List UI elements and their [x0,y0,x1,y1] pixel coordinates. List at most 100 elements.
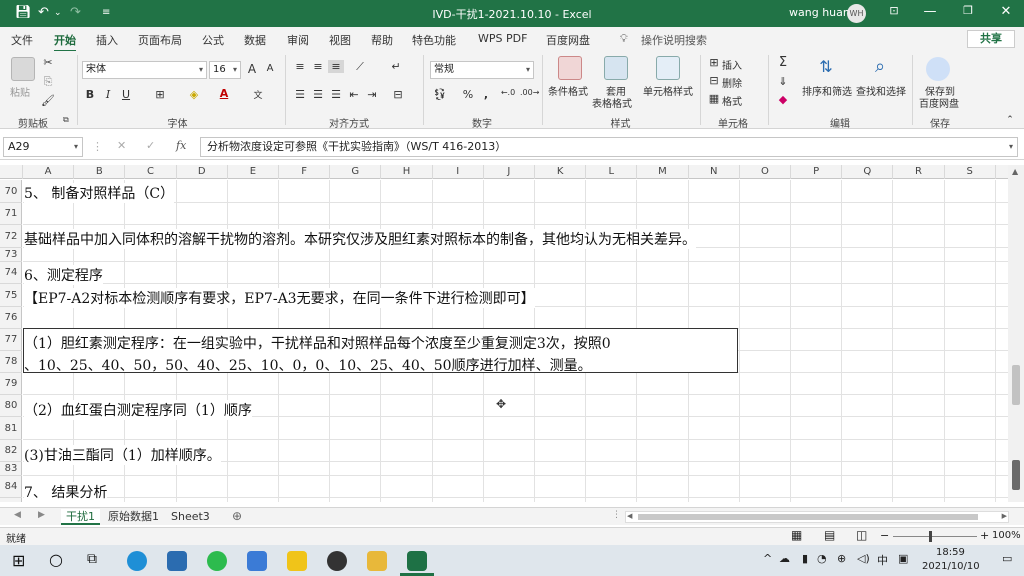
tab-special-features[interactable]: 特色功能 [412,32,456,48]
row-header-83[interactable]: 83 [0,462,22,476]
sort-filter-button[interactable]: 排序和筛选 [802,83,852,98]
volume-icon[interactable]: ◁) [857,552,870,565]
show-hidden-icons-icon[interactable]: ^ [763,552,772,565]
row-header-81[interactable]: 81 [0,417,22,440]
tab-home[interactable]: 开始 [54,32,76,52]
mail-icon[interactable] [167,551,187,571]
tab-formulas[interactable]: 公式 [202,32,224,48]
shrink-font-button[interactable]: A [262,63,278,74]
column-header-m[interactable]: M [637,165,689,179]
paste-button[interactable]: 粘贴 [10,84,30,99]
orientation-icon[interactable]: ⟋ [352,60,368,74]
format-cells-button[interactable]: 格式 [722,93,742,108]
align-top-icon[interactable]: ≡ [292,60,308,73]
app-dark-icon[interactable] [327,551,347,571]
page-break-view-icon[interactable]: ◫ [856,528,867,542]
increase-indent-icon[interactable]: ⇥ [364,88,380,101]
autosum-button[interactable]: Σ [775,55,791,70]
comma-button[interactable]: , [478,88,494,101]
row-header-78[interactable]: 78 [0,351,22,373]
sheet-tab-2[interactable]: 原始数据1 [103,509,164,525]
column-header-l[interactable]: L [586,165,638,179]
find-select-button[interactable]: 查找和选择 [856,83,906,98]
tab-baidu-netdisk[interactable]: 百度网盘 [546,32,590,48]
expand-formula-bar-icon[interactable]: ▾ [1009,138,1013,156]
row-header-75[interactable]: 75 [0,284,22,307]
number-format-combo[interactable]: 常规 ▾ [430,61,534,79]
row-header-80[interactable]: 80 [0,395,22,417]
ime-indicator[interactable]: 中 [877,552,888,568]
conditional-formatting-button[interactable]: 条件格式 [548,83,588,98]
font-name-combo[interactable]: 宋体 ▾ [82,61,207,79]
column-header-a[interactable]: A [23,165,75,179]
row-header-82[interactable]: 82 [0,440,22,462]
borders-icon[interactable]: ⊞ [152,88,168,101]
row-header-77[interactable]: 77 [0,329,22,351]
tab-review[interactable]: 审阅 [287,32,309,48]
grow-font-button[interactable]: A [244,62,260,76]
decrease-decimal-icon[interactable]: .00→ [520,88,539,97]
copy-icon[interactable]: ⎘ [40,75,56,89]
vertical-scrollbar[interactable]: ▲ [1008,165,1024,502]
cell-a70[interactable]: 5、 制备对照样品（C） [24,183,175,203]
clear-icon[interactable]: ◆ [775,93,791,106]
fill-icon[interactable]: ⇓ [775,75,791,88]
split-handle[interactable] [1012,460,1020,490]
zoom-slider-thumb[interactable] [929,531,932,542]
cut-icon[interactable]: ✂ [40,56,56,69]
normal-view-icon[interactable]: ▦ [791,528,802,542]
formula-input[interactable]: 分析物浓度设定可参照《干扰实验指南》（WS/T 416-2013） ▾ [200,137,1018,157]
horizontal-scroll-thumb[interactable] [638,514,978,520]
accounting-format-icon[interactable]: 💱︎ [432,88,448,101]
calendar-icon[interactable]: ▣ [898,552,908,565]
column-header-b[interactable]: B [74,165,126,179]
column-header-q[interactable]: Q [842,165,894,179]
delete-cells-icon[interactable]: ⊟ [706,74,722,87]
cancel-icon[interactable]: ✕ [117,139,126,152]
windows-start-icon[interactable]: ⊞ [12,551,25,570]
row-header-72[interactable]: 72 [0,225,22,248]
baidu-cloud-icon[interactable] [926,57,950,81]
scroll-right-icon[interactable]: ▶ [1002,512,1007,520]
restore-icon[interactable]: ❐ [958,4,978,17]
name-box[interactable]: A29 ▾ [3,137,83,157]
file-explorer-icon[interactable] [367,551,387,571]
sort-filter-icon[interactable]: ⇅ [818,57,834,76]
column-header-e[interactable]: E [228,165,279,179]
photos-icon[interactable] [247,551,267,571]
tab-help[interactable]: 帮助 [371,32,393,48]
row-header-76[interactable]: 76 [0,307,22,329]
align-center-icon[interactable]: ☰ [310,88,326,101]
tab-file[interactable]: 文件 [11,32,33,48]
zoom-slider[interactable] [893,536,977,537]
app-yellow-icon[interactable] [287,551,307,571]
cell-a82[interactable]: (3)甘油三酯同（1）加样顺序。 [24,445,221,465]
increase-decimal-icon[interactable]: ←.0 [500,88,516,97]
row-header-71[interactable]: 71 [0,203,22,225]
merge-center-icon[interactable]: ⊟ [390,88,406,101]
wechat-icon[interactable] [207,551,227,571]
column-header-i[interactable]: I [433,165,484,179]
format-painter-icon[interactable]: 🖌︎ [40,94,56,107]
sheet-tab-options-icon[interactable]: ⋮ [612,510,621,520]
clock-time[interactable]: 18:59 [936,547,965,558]
cell-a75[interactable]: 【EP7-A2对标本检测顺序有要求，EP7-A3无要求，在同一条件下进行检测即可… [24,288,535,308]
minimize-icon[interactable]: — [920,4,940,19]
column-header-p[interactable]: P [791,165,843,179]
scroll-left-icon[interactable]: ◀ [627,512,632,520]
format-cells-icon[interactable]: ▦ [706,92,722,105]
row-header-84[interactable]: 84 [0,476,22,498]
close-icon[interactable]: ✕ [996,4,1016,19]
battery-icon[interactable]: ▮ [802,552,808,565]
edge-icon[interactable] [127,551,147,571]
format-as-table-line2[interactable]: 表格格式 [592,95,632,110]
cell-grid[interactable]: 5、 制备对照样品（C） 基础样品中加入同体积的溶解干扰物的溶剂。本研究仅涉及胆… [23,180,1008,502]
format-as-table-icon[interactable] [604,56,628,80]
fill-color-icon[interactable]: ◈ [186,88,202,101]
column-header-c[interactable]: C [125,165,177,179]
percent-button[interactable]: % [460,88,476,101]
paste-icon[interactable] [11,57,35,81]
find-select-icon[interactable]: ⌕ [872,56,888,77]
save-to-netdisk-line2[interactable]: 百度网盘 [919,95,959,110]
cell-a80[interactable]: （2）血红蛋白测定程序同（1）顺序 [24,400,252,420]
